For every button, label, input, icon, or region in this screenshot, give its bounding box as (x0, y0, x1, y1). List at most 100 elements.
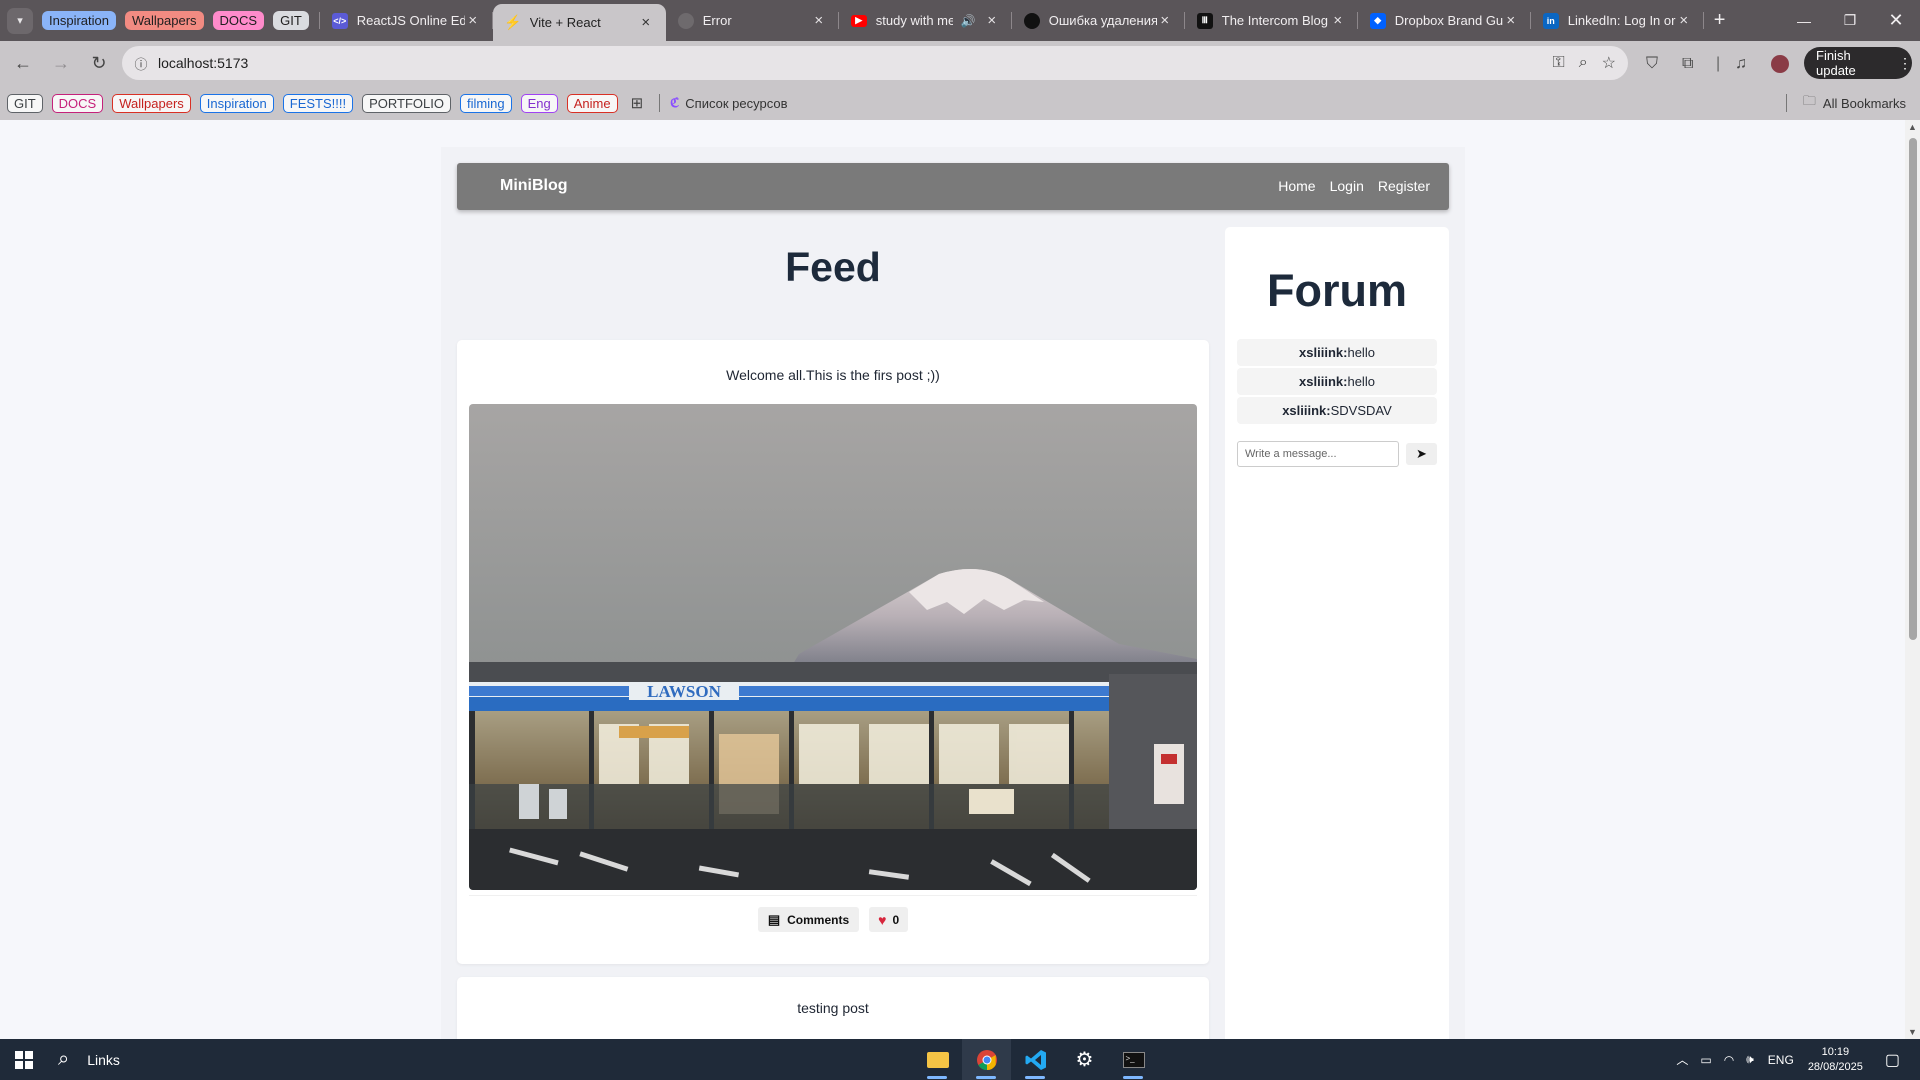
tab-error[interactable]: Error × (666, 0, 839, 41)
meet-now-icon[interactable]: ▭ (1700, 1053, 1711, 1067)
browser-toolbar: ← → ↻ ⓘ localhost:5173 ⚿ ⌕ ☆ ⛉ ⧉ | ♫ (0, 41, 1920, 86)
tab-group-wallpapers[interactable]: Wallpapers (124, 11, 204, 30)
bookmark-git[interactable]: GIT (7, 93, 43, 113)
profile-avatar[interactable] (1771, 41, 1789, 86)
finish-update-button[interactable]: Finish update ⋮ (1804, 47, 1912, 79)
windows-start-icon[interactable] (0, 1039, 48, 1080)
message-user: xsliiink: (1299, 374, 1348, 389)
speaker-icon[interactable]: 🔊 (961, 14, 976, 28)
password-key-icon[interactable]: ⚿ (1553, 54, 1565, 72)
like-count: 0 (892, 912, 900, 927)
system-clock[interactable]: 10:19 28/08/2025 (1808, 1045, 1863, 1075)
tab-title: ReactJS Online Editor (356, 13, 465, 28)
address-bar[interactable]: ⓘ localhost:5173 ⚿ ⌕ ☆ (122, 46, 1628, 80)
message-input[interactable] (1237, 441, 1399, 467)
back-arrow-icon[interactable]: ← (6, 47, 40, 81)
site-brand[interactable]: MiniBlog (500, 177, 568, 195)
minimize-icon[interactable]: — (1781, 0, 1827, 41)
language-indicator[interactable]: ENG (1768, 1053, 1794, 1067)
tab-study-with-me[interactable]: ▶ study with me live 🔊 × (839, 0, 1012, 41)
tab-title: The Intercom Blog (1221, 13, 1328, 28)
post-card: Welcome all.This is the firs post ;)) LA… (457, 340, 1209, 964)
tab-reactjs-editor[interactable]: </> ReactJS Online Editor × (320, 0, 493, 41)
like-button[interactable]: ♥ 0 (869, 907, 909, 932)
svg-text:LAWSON: LAWSON (647, 682, 721, 701)
taskbar-search[interactable]: ⌕ Links (58, 1048, 120, 1071)
tab-search-button[interactable]: ▾ (7, 7, 33, 34)
site-info-icon[interactable]: ⓘ (130, 52, 152, 74)
tab-vite-react[interactable]: ⚡ Vite + React × (492, 4, 666, 41)
tray-expand-icon[interactable]: ︿ (1676, 1051, 1688, 1068)
post-card: testing post (457, 977, 1209, 1039)
page-scrollbar[interactable]: ▲ ▼ (1905, 120, 1920, 1039)
terminal-icon[interactable]: >_ (1109, 1039, 1158, 1080)
close-icon[interactable]: × (984, 12, 1000, 29)
bookmark-resources[interactable]: ℭ Список ресурсов (670, 95, 787, 111)
close-icon[interactable]: × (638, 14, 654, 31)
post-image: LAWSON (469, 404, 1197, 890)
tab-github-error[interactable]: Ошибка удаления × (1012, 0, 1185, 41)
tab-group-docs[interactable]: DOCS (212, 11, 265, 30)
address-url[interactable]: localhost:5173 (158, 55, 248, 71)
scroll-down-icon[interactable]: ▼ (1908, 1027, 1917, 1037)
all-bookmarks-button[interactable]: 🗀 All Bookmarks (1785, 86, 1906, 120)
restore-icon[interactable]: ❐ (1827, 0, 1873, 41)
tab-title: Vite + React (529, 15, 601, 30)
reload-icon[interactable]: ↻ (82, 47, 116, 81)
close-icon[interactable]: × (811, 12, 827, 29)
forum-message: xsliiink:SDVSDAV (1237, 397, 1437, 424)
tab-intercom-blog[interactable]: Ⅲ The Intercom Blog × (1185, 0, 1358, 41)
close-icon[interactable]: × (1676, 12, 1692, 29)
intercom-icon: Ⅲ (1196, 12, 1213, 29)
nav-home-link[interactable]: Home (1278, 178, 1315, 194)
notifications-icon[interactable]: ▢ (1885, 1050, 1900, 1070)
bookmark-fests[interactable]: FESTS!!!! (282, 93, 354, 113)
tab-linkedin[interactable]: in LinkedIn: Log In or × (1531, 0, 1704, 41)
page-viewport: MiniBlog Home Login Register Feed Welcom… (0, 120, 1905, 1039)
send-message-button[interactable]: ➤ (1406, 443, 1437, 465)
bookmark-portfolio[interactable]: PORTFOLIO (362, 93, 451, 113)
bookmark-eng[interactable]: Eng (520, 93, 558, 113)
nav-register-link[interactable]: Register (1378, 178, 1430, 194)
globe-icon (677, 12, 694, 29)
close-icon[interactable]: × (465, 12, 481, 29)
bookmark-docs[interactable]: DOCS (51, 93, 104, 113)
apps-grid-icon[interactable]: ⊞ (631, 94, 644, 112)
tab-group-git[interactable]: GIT (273, 11, 309, 30)
chrome-icon[interactable] (962, 1039, 1011, 1080)
bookmark-inspiration[interactable]: Inspiration (199, 93, 274, 113)
window-close-icon[interactable]: ✕ (1873, 0, 1919, 41)
more-vert-icon: ⋮ (1898, 54, 1912, 71)
close-icon[interactable]: × (1330, 12, 1346, 29)
bookmark-filming[interactable]: filming (460, 93, 512, 113)
bookmark-anime[interactable]: Anime (566, 93, 618, 113)
zoom-icon[interactable]: ⌕ (1579, 54, 1588, 72)
extension-shield-icon[interactable]: ⛉ (1646, 41, 1658, 86)
volume-icon[interactable]: 🕪 (1746, 1052, 1754, 1067)
bookmark-star-icon[interactable]: ☆ (1602, 53, 1616, 73)
vite-icon: ⚡ (504, 14, 522, 30)
close-icon[interactable]: × (1503, 12, 1519, 29)
code-icon: </> (331, 12, 348, 29)
scroll-thumb[interactable] (1909, 138, 1917, 640)
tab-dropbox-brand[interactable]: ◆ Dropbox Brand Guide × (1358, 0, 1531, 41)
message-user: xsliiink: (1299, 345, 1348, 360)
tab-title: LinkedIn: Log In or (1567, 13, 1676, 28)
bookmark-wallpapers[interactable]: Wallpapers (112, 93, 191, 113)
close-icon[interactable]: × (1157, 12, 1173, 29)
file-explorer-icon[interactable] (913, 1039, 962, 1080)
comments-button[interactable]: ▤ Comments (757, 907, 860, 932)
tab-group-inspiration[interactable]: Inspiration (42, 11, 116, 30)
wifi-icon[interactable]: ◠ (1724, 1053, 1734, 1067)
vscode-icon[interactable] (1011, 1039, 1060, 1080)
new-tab-plus-icon[interactable]: + (1714, 9, 1726, 32)
nav-login-link[interactable]: Login (1330, 178, 1364, 194)
scroll-up-icon[interactable]: ▲ (1908, 122, 1917, 132)
send-icon: ➤ (1416, 446, 1427, 461)
settings-gear-icon[interactable]: ⚙ (1060, 1039, 1109, 1080)
clock-time: 10:19 (1821, 1045, 1850, 1058)
extensions-puzzle-icon[interactable]: ⧉ (1682, 41, 1693, 86)
message-text: hello (1347, 374, 1375, 389)
forward-arrow-icon[interactable]: → (44, 47, 78, 81)
media-controls-icon[interactable]: ♫ (1735, 41, 1747, 86)
